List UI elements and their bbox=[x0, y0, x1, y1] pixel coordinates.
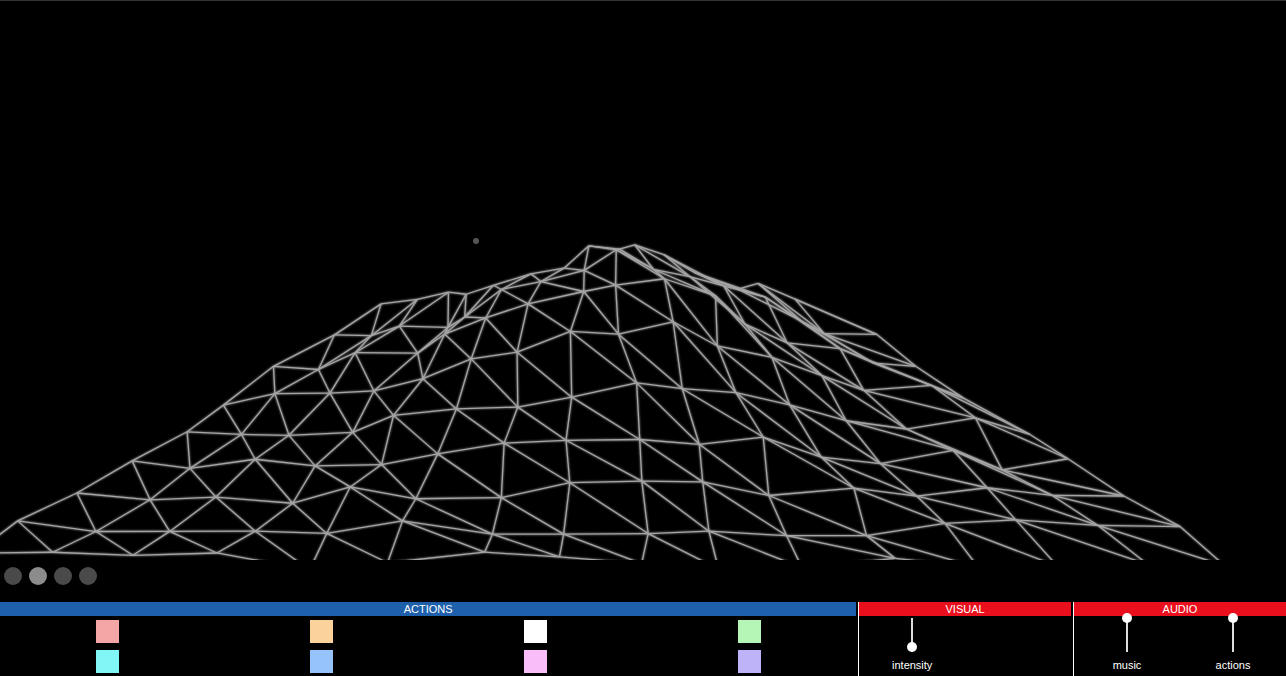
section-header: ACTIONS bbox=[0, 602, 856, 616]
section-header: VISUAL bbox=[859, 602, 1071, 616]
action-swatch[interactable] bbox=[524, 620, 547, 643]
slider: intensity bbox=[859, 616, 965, 672]
view-pager bbox=[0, 560, 1286, 602]
section-header: AUDIO bbox=[1074, 602, 1286, 616]
visual-section: VISUAL intensity bbox=[858, 602, 1071, 676]
page-dot[interactable] bbox=[54, 567, 72, 585]
action-swatch[interactable] bbox=[310, 650, 333, 673]
slider-track[interactable] bbox=[1232, 618, 1234, 652]
slider: music bbox=[1074, 616, 1180, 672]
slider-knob[interactable] bbox=[1228, 613, 1238, 623]
action-swatch[interactable] bbox=[738, 620, 761, 643]
audio-section: AUDIO music actions bbox=[1073, 602, 1286, 676]
slider-track[interactable] bbox=[911, 618, 913, 652]
slider: actions bbox=[1180, 616, 1286, 672]
slider-knob[interactable] bbox=[1122, 613, 1132, 623]
wireframe-render bbox=[0, 1, 1286, 560]
page-dot[interactable] bbox=[4, 567, 22, 585]
slider-track[interactable] bbox=[1126, 618, 1128, 652]
action-swatch[interactable] bbox=[96, 650, 119, 673]
slider-label: actions bbox=[1216, 658, 1251, 672]
page-dot[interactable] bbox=[29, 567, 47, 585]
action-swatch[interactable] bbox=[310, 620, 333, 643]
slider-label: intensity bbox=[892, 658, 932, 672]
action-swatch[interactable] bbox=[524, 650, 547, 673]
3d-view[interactable] bbox=[0, 0, 1286, 560]
page-dot[interactable] bbox=[79, 567, 97, 585]
actions-section: ACTIONS bbox=[0, 602, 856, 676]
slider-knob[interactable] bbox=[907, 642, 917, 652]
slider-label: music bbox=[1113, 658, 1142, 672]
action-swatch[interactable] bbox=[738, 650, 761, 673]
control-panel: ACTIONSVISUAL intensity AUDIO music actions bbox=[0, 602, 1286, 676]
action-swatch[interactable] bbox=[96, 620, 119, 643]
